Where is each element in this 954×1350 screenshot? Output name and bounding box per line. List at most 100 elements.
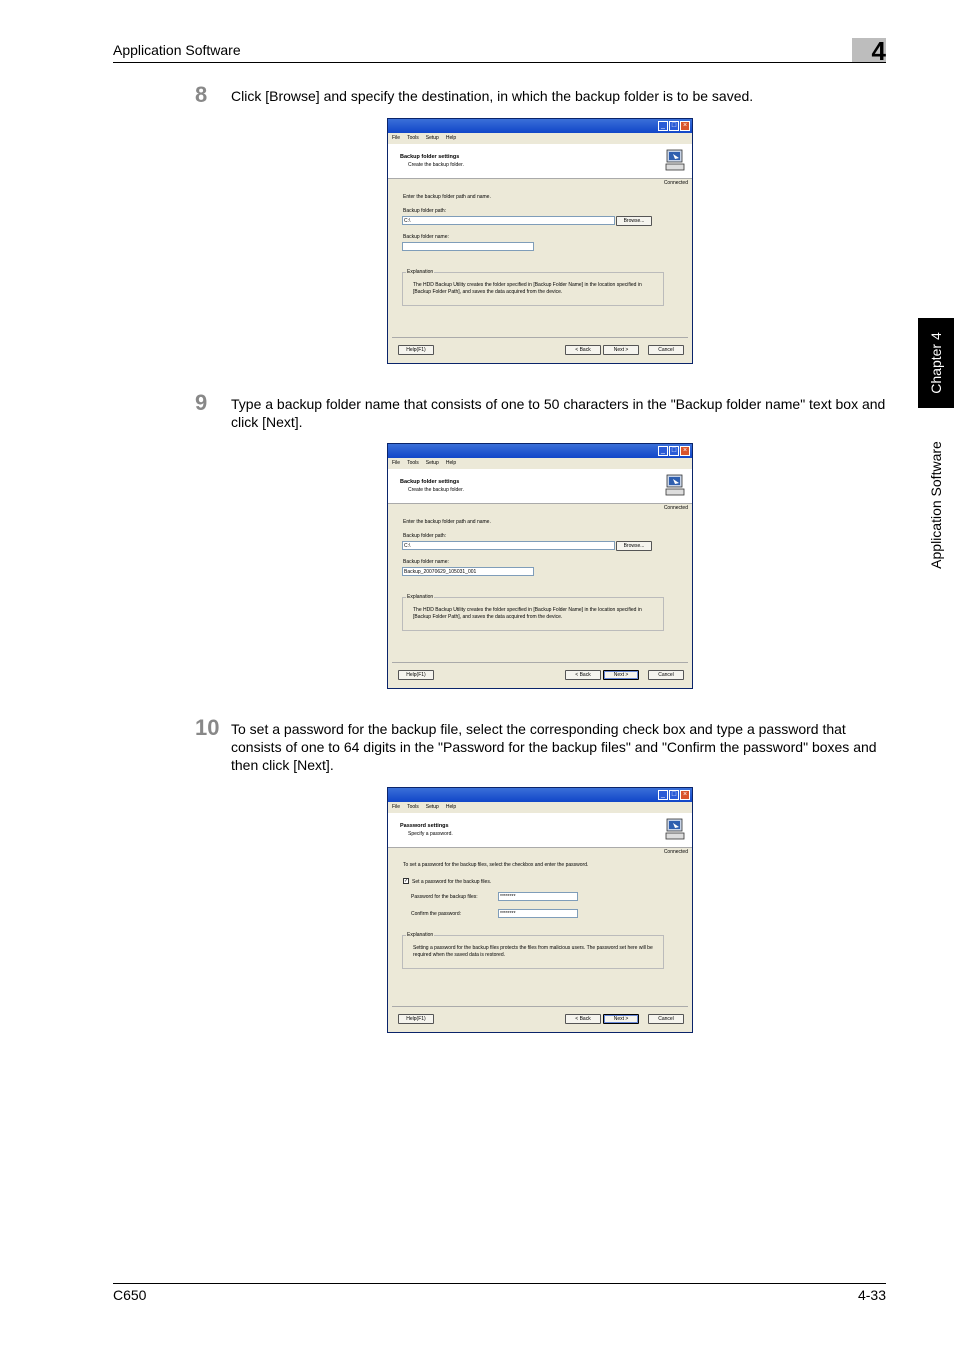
menu-help[interactable]: Help	[446, 804, 456, 810]
computer-icon	[665, 818, 685, 840]
explanation-group: Explanation The HDD Backup Utility creat…	[402, 594, 664, 631]
footer-page-number: 4-33	[857, 1287, 886, 1303]
backup-name-input[interactable]	[402, 242, 534, 251]
cancel-button[interactable]: Cancel	[648, 345, 684, 355]
explanation-text: The HDD Backup Utility creates the folde…	[413, 282, 642, 295]
backup-folder-dialog: _ □ × File Tools Setup Help Backup folde…	[387, 118, 693, 364]
step-text: Type a backup folder name that consists …	[231, 396, 886, 430]
next-button[interactable]: Next >	[603, 345, 639, 355]
intro-text: To set a password for the backup files, …	[403, 862, 589, 868]
menu-setup[interactable]: Setup	[426, 460, 439, 466]
connection-status: Connected	[663, 849, 688, 855]
password-input[interactable]: ********	[498, 892, 578, 901]
menu-tools[interactable]: Tools	[407, 460, 419, 466]
header-rule	[113, 62, 886, 63]
set-password-label: Set a password for the backup files.	[412, 879, 492, 885]
footer-rule	[113, 1283, 886, 1284]
password-settings-dialog: _ □ × File Tools Setup Help Password set…	[387, 787, 693, 1033]
computer-icon	[665, 149, 685, 171]
wizard-step-subtitle: Create the backup folder.	[408, 162, 464, 168]
help-button[interactable]: Help(F1)	[398, 670, 434, 680]
step-number: 10	[195, 715, 220, 740]
next-button[interactable]: Next >	[603, 670, 639, 680]
back-button[interactable]: < Back	[565, 670, 601, 680]
menu-file[interactable]: File	[392, 460, 400, 466]
cancel-button[interactable]: Cancel	[648, 670, 684, 680]
button-divider	[392, 662, 688, 663]
wizard-step-title: Backup folder settings	[400, 479, 460, 485]
close-icon[interactable]: ×	[680, 446, 690, 456]
close-icon[interactable]: ×	[680, 121, 690, 131]
menu-file[interactable]: File	[392, 135, 400, 141]
wizard-header-panel: Backup folder settings Create the backup…	[388, 469, 692, 504]
maximize-icon[interactable]: □	[669, 790, 679, 800]
window-titlebar: _ □ ×	[388, 788, 692, 802]
confirm-password-label: Confirm the password:	[411, 911, 462, 917]
minimize-icon[interactable]: _	[658, 790, 668, 800]
explanation-group: Explanation Setting a password for the b…	[402, 932, 664, 969]
wizard-step-subtitle: Create the backup folder.	[408, 487, 464, 493]
menu-setup[interactable]: Setup	[426, 804, 439, 810]
close-icon[interactable]: ×	[680, 790, 690, 800]
connection-status: Connected	[663, 505, 688, 511]
wizard-header-panel: Password settings Specify a password.	[388, 813, 692, 848]
step-number: 8	[195, 82, 208, 107]
explanation-title: Explanation	[406, 932, 435, 938]
browse-button[interactable]: Browse...	[616, 541, 652, 551]
backup-path-input[interactable]: C:\	[402, 541, 615, 550]
backup-path-label: Backup folder path:	[403, 533, 447, 539]
maximize-icon[interactable]: □	[669, 446, 679, 456]
button-divider	[392, 337, 688, 338]
back-button[interactable]: < Back	[565, 345, 601, 355]
menu-help[interactable]: Help	[446, 135, 456, 141]
help-button[interactable]: Help(F1)	[398, 345, 434, 355]
backup-name-input[interactable]: Backup_20070629_105031_001	[402, 567, 534, 576]
back-button[interactable]: < Back	[565, 1014, 601, 1024]
wizard-step-title: Backup folder settings	[400, 154, 460, 160]
wizard-step-subtitle: Specify a password.	[408, 831, 453, 837]
password-label: Password for the backup files:	[411, 894, 478, 900]
connection-status: Connected	[663, 180, 688, 186]
menu-tools[interactable]: Tools	[407, 135, 419, 141]
step-text: Click [Browse] and specify the destinati…	[231, 88, 754, 104]
computer-icon	[665, 474, 685, 496]
menu-file[interactable]: File	[392, 804, 400, 810]
explanation-title: Explanation	[406, 269, 435, 275]
menu-setup[interactable]: Setup	[426, 135, 439, 141]
window-titlebar: _ □ ×	[388, 444, 692, 458]
minimize-icon[interactable]: _	[658, 446, 668, 456]
cancel-button[interactable]: Cancel	[648, 1014, 684, 1024]
help-button[interactable]: Help(F1)	[398, 1014, 434, 1024]
intro-text: Enter the backup folder path and name.	[403, 519, 491, 525]
menu-bar: File Tools Setup Help	[388, 133, 692, 143]
section-side-label-text: Application Software	[928, 441, 944, 569]
maximize-icon[interactable]: □	[669, 121, 679, 131]
explanation-title: Explanation	[406, 594, 435, 600]
intro-text: Enter the backup folder path and name.	[403, 194, 491, 200]
menu-bar: File Tools Setup Help	[388, 458, 692, 468]
set-password-checkbox[interactable]: ✓	[403, 878, 409, 884]
window-titlebar: _ □ ×	[388, 119, 692, 133]
menu-tools[interactable]: Tools	[407, 804, 419, 810]
footer-model: C650	[113, 1287, 147, 1303]
confirm-password-input[interactable]: ********	[498, 909, 578, 918]
browse-button[interactable]: Browse...	[616, 216, 652, 226]
button-divider	[392, 1006, 688, 1007]
explanation-text: The HDD Backup Utility creates the folde…	[413, 607, 642, 620]
menu-bar: File Tools Setup Help	[388, 802, 692, 812]
wizard-header-panel: Backup folder settings Create the backup…	[388, 144, 692, 179]
backup-name-label: Backup folder name:	[403, 234, 449, 240]
explanation-text: Setting a password for the backup files …	[413, 945, 653, 958]
backup-name-label: Backup folder name:	[403, 559, 449, 565]
explanation-group: Explanation The HDD Backup Utility creat…	[402, 269, 664, 306]
minimize-icon[interactable]: _	[658, 121, 668, 131]
next-button[interactable]: Next >	[603, 1014, 639, 1024]
menu-help[interactable]: Help	[446, 460, 456, 466]
chapter-side-tab-label: Chapter 4	[928, 332, 944, 394]
backup-path-input[interactable]: C:\	[402, 216, 615, 225]
chapter-side-tab: Chapter 4	[918, 318, 954, 408]
running-header-title: Application Software	[113, 42, 241, 58]
wizard-step-title: Password settings	[400, 823, 449, 829]
step-number: 9	[195, 390, 208, 415]
backup-folder-dialog-filled: _ □ × File Tools Setup Help Backup folde…	[387, 443, 693, 689]
